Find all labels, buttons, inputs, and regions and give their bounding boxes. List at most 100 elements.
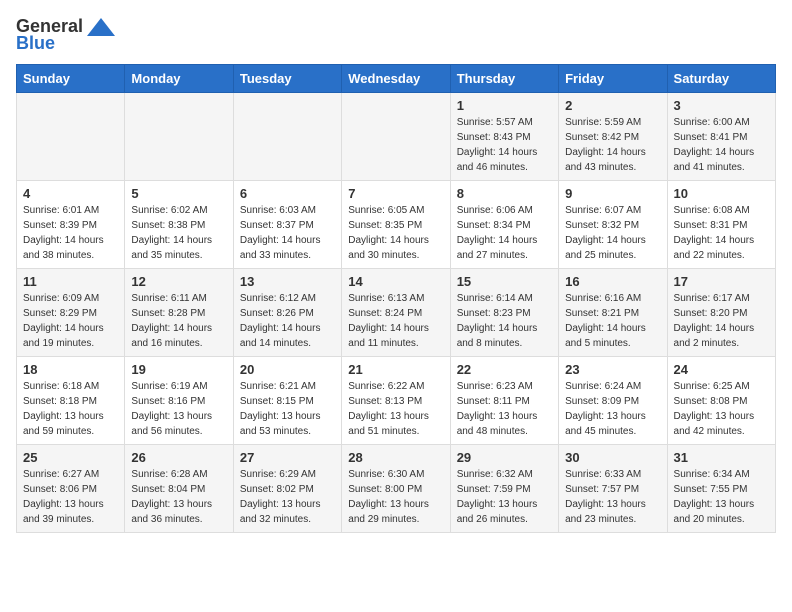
logo-blue-text: Blue xyxy=(16,33,55,54)
day-cell-27: 27 Sunrise: 6:29 AMSunset: 8:02 PMDayligh… xyxy=(233,445,341,533)
day-info: Sunrise: 6:12 AMSunset: 8:26 PMDaylight:… xyxy=(240,291,335,351)
day-cell-4: 4Sunrise: 6:01 AMSunset: 8:39 PMDaylight… xyxy=(17,181,125,269)
day-cell-11: 11 Sunrise: 6:09 AMSunset: 8:29 PMDayligh… xyxy=(17,269,125,357)
day-info: Sunrise: 6:24 AMSunset: 8:09 PMDaylight:… xyxy=(565,379,660,439)
week-row-2: 4Sunrise: 6:01 AMSunset: 8:39 PMDaylight… xyxy=(17,181,776,269)
day-cell-13: 13 Sunrise: 6:12 AMSunset: 8:26 PMDayligh… xyxy=(233,269,341,357)
day-number: 31 xyxy=(674,450,769,465)
day-cell-14: 14 Sunrise: 6:13 AMSunset: 8:24 PMDayligh… xyxy=(342,269,450,357)
day-number: 23 xyxy=(565,362,660,377)
day-cell-26: 26 Sunrise: 6:28 AMSunset: 8:04 PMDayligh… xyxy=(125,445,233,533)
day-info: Sunrise: 6:05 AMSunset: 8:35 PMDaylight:… xyxy=(348,203,443,263)
header-day-tuesday: Tuesday xyxy=(233,65,341,93)
day-cell-23: 23 Sunrise: 6:24 AMSunset: 8:09 PMDayligh… xyxy=(559,357,667,445)
header-day-thursday: Thursday xyxy=(450,65,558,93)
day-number: 18 xyxy=(23,362,118,377)
day-number: 6 xyxy=(240,186,335,201)
day-cell-16: 16 Sunrise: 6:16 AMSunset: 8:21 PMDayligh… xyxy=(559,269,667,357)
day-number: 20 xyxy=(240,362,335,377)
day-info: Sunrise: 6:18 AMSunset: 8:18 PMDaylight:… xyxy=(23,379,118,439)
day-info: Sunrise: 6:06 AMSunset: 8:34 PMDaylight:… xyxy=(457,203,552,263)
day-cell-30: 30Sunrise: 6:33 AMSunset: 7:57 PMDayligh… xyxy=(559,445,667,533)
day-cell-20: 20 Sunrise: 6:21 AMSunset: 8:15 PMDayligh… xyxy=(233,357,341,445)
day-info: Sunrise: 6:25 AMSunset: 8:08 PMDaylight:… xyxy=(674,379,769,439)
day-info: Sunrise: 6:17 AMSunset: 8:20 PMDaylight:… xyxy=(674,291,769,351)
day-info: Sunrise: 6:13 AMSunset: 8:24 PMDaylight:… xyxy=(348,291,443,351)
day-info: Sunrise: 6:14 AMSunset: 8:23 PMDaylight:… xyxy=(457,291,552,351)
day-info: Sunrise: 6:16 AMSunset: 8:21 PMDaylight:… xyxy=(565,291,660,351)
day-cell-7: 7 Sunrise: 6:05 AMSunset: 8:35 PMDaylight… xyxy=(342,181,450,269)
calendar-header: SundayMondayTuesdayWednesdayThursdayFrid… xyxy=(17,65,776,93)
day-number: 7 xyxy=(348,186,443,201)
day-number: 25 xyxy=(23,450,118,465)
header-day-monday: Monday xyxy=(125,65,233,93)
week-row-4: 18 Sunrise: 6:18 AMSunset: 8:18 PMDayligh… xyxy=(17,357,776,445)
day-info: Sunrise: 6:28 AMSunset: 8:04 PMDaylight:… xyxy=(131,467,226,527)
page-header: General Blue xyxy=(16,16,776,54)
day-number: 26 xyxy=(131,450,226,465)
day-info: Sunrise: 6:27 AMSunset: 8:06 PMDaylight:… xyxy=(23,467,118,527)
day-info: Sunrise: 6:11 AMSunset: 8:28 PMDaylight:… xyxy=(131,291,226,351)
day-info: Sunrise: 6:30 AMSunset: 8:00 PMDaylight:… xyxy=(348,467,443,527)
day-cell-6: 6Sunrise: 6:03 AMSunset: 8:37 PMDaylight… xyxy=(233,181,341,269)
day-number: 21 xyxy=(348,362,443,377)
empty-cell xyxy=(342,93,450,181)
header-day-friday: Friday xyxy=(559,65,667,93)
day-number: 27 xyxy=(240,450,335,465)
day-info: Sunrise: 6:19 AMSunset: 8:16 PMDaylight:… xyxy=(131,379,226,439)
day-cell-8: 8 Sunrise: 6:06 AMSunset: 8:34 PMDaylight… xyxy=(450,181,558,269)
day-number: 9 xyxy=(565,186,660,201)
day-info: Sunrise: 6:01 AMSunset: 8:39 PMDaylight:… xyxy=(23,203,118,263)
day-cell-2: 2Sunrise: 5:59 AMSunset: 8:42 PMDaylight… xyxy=(559,93,667,181)
header-row: SundayMondayTuesdayWednesdayThursdayFrid… xyxy=(17,65,776,93)
logo-icon xyxy=(87,18,115,36)
day-info: Sunrise: 6:21 AMSunset: 8:15 PMDaylight:… xyxy=(240,379,335,439)
day-number: 17 xyxy=(674,274,769,289)
day-cell-17: 17 Sunrise: 6:17 AMSunset: 8:20 PMDayligh… xyxy=(667,269,775,357)
week-row-5: 25 Sunrise: 6:27 AMSunset: 8:06 PMDayligh… xyxy=(17,445,776,533)
day-cell-1: 1Sunrise: 5:57 AMSunset: 8:43 PMDaylight… xyxy=(450,93,558,181)
day-number: 11 xyxy=(23,274,118,289)
day-info: Sunrise: 6:32 AMSunset: 7:59 PMDaylight:… xyxy=(457,467,552,527)
day-info: Sunrise: 6:22 AMSunset: 8:13 PMDaylight:… xyxy=(348,379,443,439)
day-number: 30 xyxy=(565,450,660,465)
day-number: 16 xyxy=(565,274,660,289)
day-number: 19 xyxy=(131,362,226,377)
day-number: 10 xyxy=(674,186,769,201)
day-cell-21: 21 Sunrise: 6:22 AMSunset: 8:13 PMDayligh… xyxy=(342,357,450,445)
day-number: 2 xyxy=(565,98,660,113)
day-number: 28 xyxy=(348,450,443,465)
day-cell-18: 18 Sunrise: 6:18 AMSunset: 8:18 PMDayligh… xyxy=(17,357,125,445)
header-day-saturday: Saturday xyxy=(667,65,775,93)
header-day-wednesday: Wednesday xyxy=(342,65,450,93)
day-number: 24 xyxy=(674,362,769,377)
day-number: 3 xyxy=(674,98,769,113)
day-cell-29: 29Sunrise: 6:32 AMSunset: 7:59 PMDayligh… xyxy=(450,445,558,533)
day-number: 15 xyxy=(457,274,552,289)
day-cell-31: 31 Sunrise: 6:34 AMSunset: 7:55 PMDayligh… xyxy=(667,445,775,533)
day-cell-9: 9 Sunrise: 6:07 AMSunset: 8:32 PMDaylight… xyxy=(559,181,667,269)
day-number: 22 xyxy=(457,362,552,377)
day-cell-5: 5Sunrise: 6:02 AMSunset: 8:38 PMDaylight… xyxy=(125,181,233,269)
logo: General Blue xyxy=(16,16,115,54)
day-info: Sunrise: 6:23 AMSunset: 8:11 PMDaylight:… xyxy=(457,379,552,439)
calendar-table: SundayMondayTuesdayWednesdayThursdayFrid… xyxy=(16,64,776,533)
day-cell-15: 15 Sunrise: 6:14 AMSunset: 8:23 PMDayligh… xyxy=(450,269,558,357)
day-cell-12: 12 Sunrise: 6:11 AMSunset: 8:28 PMDayligh… xyxy=(125,269,233,357)
day-cell-3: 3 Sunrise: 6:00 AMSunset: 8:41 PMDaylight… xyxy=(667,93,775,181)
day-info: Sunrise: 6:00 AMSunset: 8:41 PMDaylight:… xyxy=(674,115,769,175)
day-info: Sunrise: 6:07 AMSunset: 8:32 PMDaylight:… xyxy=(565,203,660,263)
day-number: 8 xyxy=(457,186,552,201)
day-info: Sunrise: 6:09 AMSunset: 8:29 PMDaylight:… xyxy=(23,291,118,351)
day-cell-10: 10Sunrise: 6:08 AMSunset: 8:31 PMDayligh… xyxy=(667,181,775,269)
day-number: 1 xyxy=(457,98,552,113)
empty-cell xyxy=(17,93,125,181)
week-row-3: 11 Sunrise: 6:09 AMSunset: 8:29 PMDayligh… xyxy=(17,269,776,357)
day-info: Sunrise: 6:29 AMSunset: 8:02 PMDaylight:… xyxy=(240,467,335,527)
day-number: 12 xyxy=(131,274,226,289)
day-number: 13 xyxy=(240,274,335,289)
day-info: Sunrise: 6:34 AMSunset: 7:55 PMDaylight:… xyxy=(674,467,769,527)
day-number: 5 xyxy=(131,186,226,201)
day-number: 14 xyxy=(348,274,443,289)
day-cell-28: 28 Sunrise: 6:30 AMSunset: 8:00 PMDayligh… xyxy=(342,445,450,533)
